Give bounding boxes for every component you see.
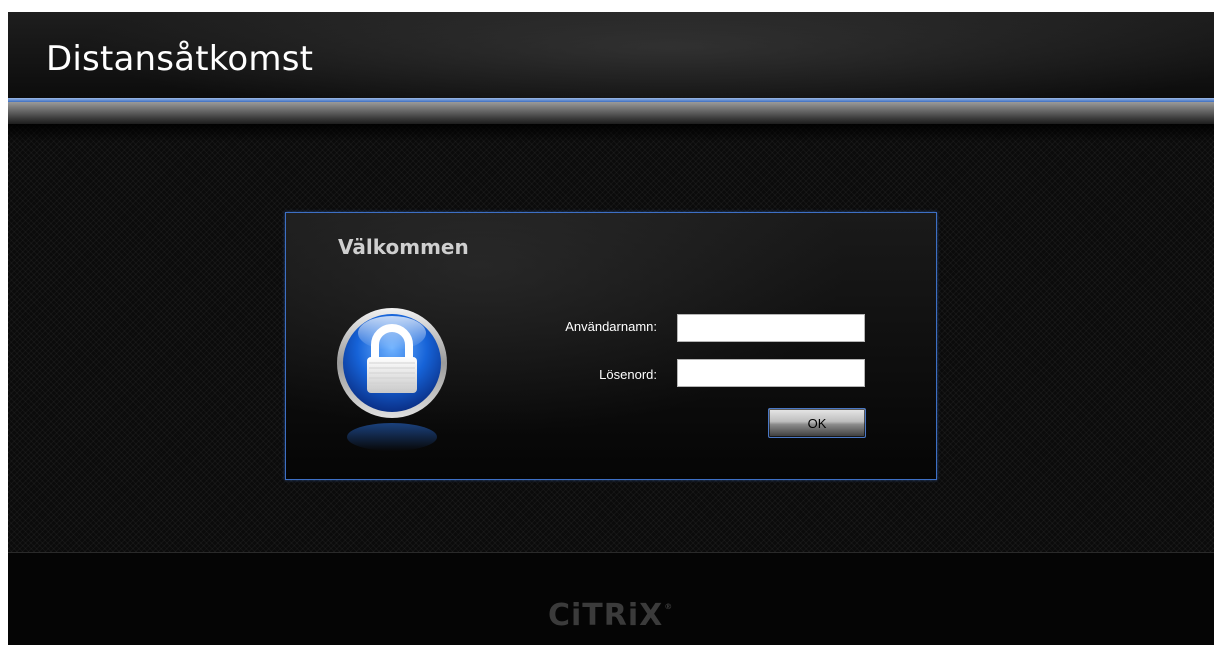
login-dialog: Välkommen Användarnamn: Lösenord: OK xyxy=(285,212,937,480)
footer-divider xyxy=(8,552,1214,553)
username-label: Användarnamn: xyxy=(565,319,657,334)
citrix-logo: CiTRiX® xyxy=(548,598,673,633)
registered-mark: ® xyxy=(664,602,674,611)
ok-button[interactable]: OK xyxy=(768,408,866,438)
header-silver-bar xyxy=(8,102,1214,124)
username-input[interactable] xyxy=(677,314,865,342)
citrix-logo-text: CiTRiX xyxy=(548,598,664,633)
page-frame: Distansåtkomst Välkommen Användarnamn: L… xyxy=(8,12,1214,645)
header-bar-shadow xyxy=(8,124,1214,142)
app-title: Distansåtkomst xyxy=(46,39,314,79)
password-input[interactable] xyxy=(677,359,865,387)
dialog-title: Välkommen xyxy=(338,235,469,259)
lock-icon xyxy=(331,305,453,455)
page-header: Distansåtkomst xyxy=(8,12,1214,100)
password-label: Lösenord: xyxy=(599,367,657,382)
